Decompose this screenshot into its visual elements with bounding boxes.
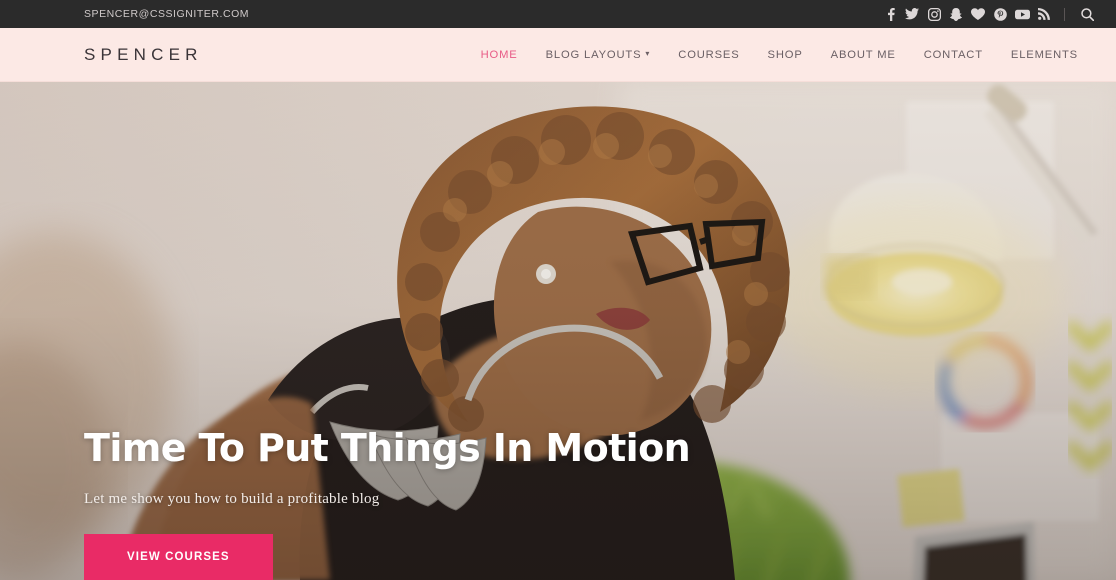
facebook-icon[interactable] <box>879 1 901 27</box>
top-bar-right <box>879 1 1098 27</box>
contact-email: SPENCER@CSSIGNITER.COM <box>84 8 250 20</box>
site-logo[interactable]: SPENCER <box>84 45 203 65</box>
search-icon[interactable] <box>1076 1 1098 27</box>
topbar-divider <box>1064 7 1065 21</box>
nav-item-contact[interactable]: CONTACT <box>910 43 997 67</box>
nav-item-blog-layouts[interactable]: BLOG LAYOUTS ▾ <box>532 43 665 67</box>
nav-label-home: HOME <box>480 48 518 61</box>
nav-label-blog-layouts: BLOG LAYOUTS <box>545 48 642 61</box>
rss-icon[interactable] <box>1033 1 1055 27</box>
site-header: SPENCER HOME BLOG LAYOUTS ▾ COURSES SHOP… <box>0 28 1116 82</box>
view-courses-button[interactable]: VIEW COURSES <box>84 534 273 580</box>
youtube-icon[interactable] <box>1011 1 1033 27</box>
nav-label-shop: SHOP <box>767 48 803 61</box>
nav-item-shop[interactable]: SHOP <box>754 43 817 67</box>
nav-label-contact: CONTACT <box>923 48 983 61</box>
hero-section: Time To Put Things In Motion Let me show… <box>0 82 1116 580</box>
nav-label-about-me: ABOUT ME <box>830 48 896 61</box>
nav-item-elements[interactable]: ELEMENTS <box>997 43 1092 67</box>
hero-content: Time To Put Things In Motion Let me show… <box>84 426 804 580</box>
nav-item-courses[interactable]: COURSES <box>664 43 753 67</box>
top-bar: SPENCER@CSSIGNITER.COM <box>0 0 1116 28</box>
nav-item-about-me[interactable]: ABOUT ME <box>817 43 910 67</box>
nav-item-home[interactable]: HOME <box>467 43 532 67</box>
instagram-icon[interactable] <box>923 1 945 27</box>
snapchat-icon[interactable] <box>945 1 967 27</box>
chevron-down-icon: ▾ <box>645 48 651 58</box>
nav-label-courses: COURSES <box>678 48 740 61</box>
twitter-icon[interactable] <box>901 1 923 27</box>
pinterest-icon[interactable] <box>989 1 1011 27</box>
hero-subtitle: Let me show you how to build a profitabl… <box>84 491 380 507</box>
bloglovin-heart-icon[interactable] <box>967 1 989 27</box>
main-navigation: HOME BLOG LAYOUTS ▾ COURSES SHOP ABOUT M… <box>467 43 1092 67</box>
nav-label-elements: ELEMENTS <box>1010 48 1078 61</box>
hero-title: Time To Put Things In Motion <box>84 426 691 471</box>
